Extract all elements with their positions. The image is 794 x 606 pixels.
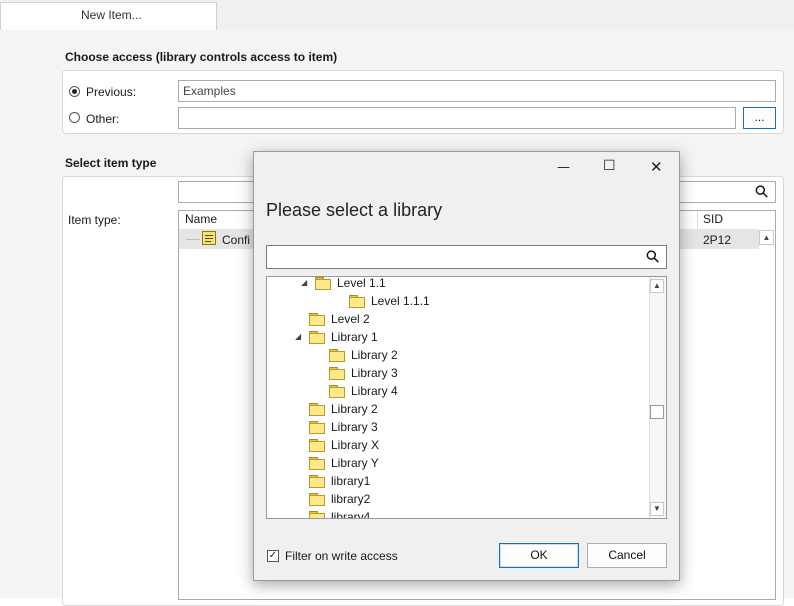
tree-item-label: Library 2 [331,402,378,416]
browse-button[interactable]: ... [743,107,776,129]
column-sid-header[interactable]: SID [703,212,723,226]
tree-item-label: Level 1.1.1 [371,294,430,308]
folder-icon [309,475,325,488]
other-field[interactable] [178,107,736,129]
folder-icon [309,439,325,452]
ok-button[interactable]: OK [499,543,579,568]
item-type-section-title: Select item type [65,156,157,170]
close-icon[interactable]: ✕ [650,158,663,176]
tree-item-label: Library 3 [351,366,398,380]
tree-item[interactable]: Library 3 [309,418,378,436]
tree-item[interactable]: Library 2 [309,400,378,418]
tree-item-label: Level 1.1 [337,276,386,290]
tree-item-label: Library Y [331,456,379,470]
tree-item[interactable]: Level 1.1.1 [349,292,430,310]
row-sid: 2P12 [703,233,732,247]
folder-icon [309,421,325,434]
tree-item[interactable]: ◢ Library 1 [295,328,378,346]
tree-item-label: library1 [331,474,371,488]
library-tree[interactable]: ◢ Level 1.1 Level 1.1.1 Level 2 ◢ Librar… [266,276,667,519]
folder-icon [309,511,325,518]
column-name-header[interactable]: Name [185,212,217,226]
folder-icon [309,331,325,344]
other-radio[interactable] [69,112,80,123]
expand-arrow-icon[interactable]: ◢ [295,328,301,346]
library-search-field[interactable] [266,245,667,269]
filter-label: Filter on write access [285,549,398,563]
access-section-title: Choose access (library controls access t… [65,50,338,64]
tree-item-label: Library 2 [351,348,398,362]
tree-item[interactable]: Library Y [309,454,379,472]
library-dialog: — ☐ ✕ Please select a library ⚲ ◢ Level … [253,151,680,581]
folder-icon [309,457,325,470]
folder-icon [329,349,345,362]
tree-scrollbar[interactable] [649,277,666,518]
grid-scroll-up-icon[interactable]: ▲ [759,230,774,245]
previous-field[interactable]: Examples [178,80,776,102]
row-name: Confi [222,233,251,247]
tree-scroll-up-icon[interactable]: ▲ [650,279,664,293]
tree-item-label: library2 [331,492,371,506]
tree-item[interactable]: Level 2 [309,310,370,328]
folder-icon [349,295,365,308]
other-label: Other: [86,112,120,126]
tree-item[interactable]: library1 [309,472,370,490]
tree-item-label: Library 3 [331,420,378,434]
dialog-title: Please select a library [266,200,443,220]
tree-item-label: Level 2 [331,312,370,326]
tree-scroll-thumb[interactable] [650,405,664,419]
tree-item[interactable]: Library 3 [329,364,398,382]
tree-item[interactable]: library4 [309,508,371,519]
cancel-button[interactable]: Cancel [587,543,667,568]
folder-icon [309,493,325,506]
item-type-label: Item type: [68,213,121,227]
folder-icon [309,403,325,416]
config-item-icon [202,231,216,245]
tree-item-label: Library X [331,438,380,452]
tree-item[interactable]: library2 [309,490,370,508]
maximize-icon[interactable]: ☐ [603,158,616,174]
minimize-icon[interactable]: — [557,160,570,175]
previous-radio[interactable] [69,86,80,97]
tree-scroll-down-icon[interactable]: ▼ [650,502,664,516]
tree-item[interactable]: Library X [309,436,379,454]
folder-icon [309,313,325,326]
tab-label: New Item... [81,8,142,22]
folder-icon [315,277,331,290]
previous-label: Previous: [86,85,137,99]
tab-new-item[interactable]: New Item... [0,2,217,30]
folder-icon [329,385,345,398]
folder-icon [329,367,345,380]
expand-arrow-icon[interactable]: ◢ [301,277,307,292]
tree-item[interactable]: ◢ Level 1.1 [301,276,386,292]
tree-item-label: Library 1 [331,330,378,344]
filter-checkbox[interactable]: ✓ [267,550,279,562]
tree-connector [186,239,200,240]
tree-item-label: Library 4 [351,384,398,398]
tree-item[interactable]: Library 4 [329,382,398,400]
tree-item-label: library4 [331,510,371,519]
tree-item[interactable]: Library 2 [329,346,398,364]
column-divider [697,211,698,229]
